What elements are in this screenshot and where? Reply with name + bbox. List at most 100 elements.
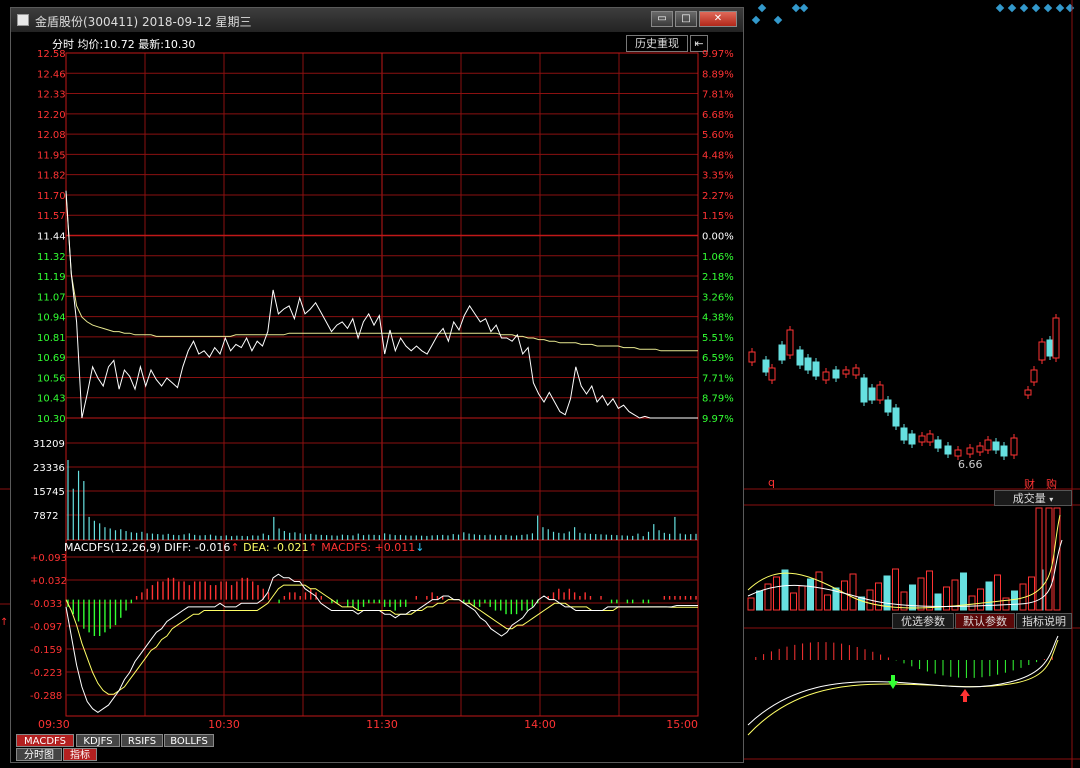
price-tick-label: 11.82 xyxy=(37,171,66,182)
macd-down-arrow-icon: ↓ xyxy=(415,541,425,554)
candle-body xyxy=(748,351,756,363)
dea-value: -0.021 xyxy=(273,541,309,554)
price-tick-label: 11.32 xyxy=(37,252,66,263)
candle-body xyxy=(876,384,884,401)
candle-body xyxy=(1010,437,1018,456)
tab-rsifs[interactable]: RSIFS xyxy=(121,734,163,747)
pct-tick-label: 9.97% xyxy=(702,414,734,425)
tab-macdfs[interactable]: MACDFS xyxy=(16,734,74,747)
pct-tick-label: 9.97% xyxy=(702,49,734,60)
volume-tick-label: 23336 xyxy=(33,463,65,474)
candle-body xyxy=(992,441,1000,451)
diff-value: -0.016 xyxy=(194,541,231,554)
optimized-params-button[interactable]: 优选参数 xyxy=(892,613,954,629)
price-tick-label: 10.30 xyxy=(37,414,66,425)
default-params-button[interactable]: 默认参数 xyxy=(955,613,1015,629)
candle-body xyxy=(1046,339,1054,357)
macd-tick-label: -0.097 xyxy=(30,622,62,633)
marker-diamond xyxy=(799,3,809,13)
time-tick-label: 15:00 xyxy=(666,718,698,731)
candle-body xyxy=(860,377,868,403)
daily-volume-bar xyxy=(781,569,789,611)
price-tick-label: 12.58 xyxy=(37,49,66,60)
pct-tick-label: 7.71% xyxy=(702,373,734,384)
price-tick-label: 10.94 xyxy=(37,313,66,324)
candle-body xyxy=(976,445,984,453)
pct-tick-label: 5.51% xyxy=(702,333,734,344)
candle-body xyxy=(944,445,952,455)
time-tick-label: 14:00 xyxy=(524,718,556,731)
daily-volume-bar xyxy=(1011,590,1018,611)
price-tick-label: 10.69 xyxy=(37,353,66,364)
pct-tick-label: 4.48% xyxy=(702,150,734,161)
down-arrow-icon xyxy=(888,675,898,689)
candle-body xyxy=(842,369,850,375)
candle-body xyxy=(934,439,942,449)
candle-body xyxy=(1052,317,1060,359)
daily-volume-bar xyxy=(926,570,933,611)
macd-value: +0.011 xyxy=(374,541,416,554)
daily-volume-bar xyxy=(917,577,925,611)
indicator-help-button[interactable]: 指标说明 xyxy=(1016,613,1072,629)
candle-body xyxy=(884,399,892,413)
daily-candlesticks xyxy=(748,314,1060,460)
macd-tick-label: -0.223 xyxy=(30,668,62,679)
candle-body xyxy=(804,357,812,371)
candle-body xyxy=(852,367,860,376)
tab-intraday[interactable]: 分时图 xyxy=(16,748,62,761)
price-tick-label: 10.81 xyxy=(37,333,66,344)
pct-tick-label: 3.26% xyxy=(702,292,734,303)
price-tick-label: 12.46 xyxy=(37,69,66,80)
daily-volume-bar xyxy=(858,596,865,611)
daily-volume-bar xyxy=(968,595,976,611)
macd-label: MACDFS: xyxy=(321,541,372,554)
candle-body xyxy=(984,439,992,451)
volume-select[interactable]: 成交量 ▾ xyxy=(994,490,1072,506)
pct-tick-label: 2.27% xyxy=(702,191,734,202)
top-marker-strip xyxy=(751,3,1075,25)
diff-label: DIFF: xyxy=(164,541,192,554)
dea-label: DEA: xyxy=(243,541,270,554)
macd-name: MACDFS(12,26,9) xyxy=(64,541,161,554)
volume-tick-label: 15745 xyxy=(33,487,65,498)
candle-body xyxy=(954,449,962,457)
diff-up-arrow-icon: ↑ xyxy=(230,541,240,554)
candle-body xyxy=(1030,369,1038,383)
price-tick-label: 10.43 xyxy=(37,394,66,405)
marker-diamond xyxy=(1065,3,1075,13)
candle-body xyxy=(762,359,770,373)
marker-diamond xyxy=(773,15,783,25)
macd-tick-label: -0.288 xyxy=(30,691,62,702)
low-price-label: 6.66 xyxy=(958,458,983,471)
daily-volume-bar xyxy=(773,576,780,611)
tab-kdjfs[interactable]: KDJFS xyxy=(76,734,120,747)
marker-diamond xyxy=(791,3,801,13)
marker-diamond xyxy=(757,3,767,13)
daily-volume-bar xyxy=(1035,507,1043,611)
marker-diamond xyxy=(995,3,1005,13)
intraday-chart: 12.58 9.97% 12.46 8.89% 12.33 7.81% 12.20 6.68%… xyxy=(30,49,734,731)
pct-tick-label: 8.79% xyxy=(702,394,734,405)
pct-tick-label: 6.59% xyxy=(702,353,734,364)
marker-diamond xyxy=(751,15,761,25)
price-tick-label: 12.33 xyxy=(37,90,66,101)
macd-tick-label: +0.093 xyxy=(30,553,67,564)
candle-body xyxy=(1000,445,1008,457)
candle-body xyxy=(1038,341,1046,361)
marker-diamond xyxy=(1055,3,1065,13)
price-tick-label: 12.08 xyxy=(37,130,66,141)
time-tick-label: 09:30 xyxy=(38,718,70,731)
candle-body xyxy=(778,344,786,361)
marker-diamond xyxy=(1019,3,1029,13)
tab-bollfs[interactable]: BOLLFS xyxy=(164,734,214,747)
macd-tick-label: +0.032 xyxy=(30,576,67,587)
tab-indicator[interactable]: 指标 xyxy=(63,748,97,761)
pct-tick-label: 6.68% xyxy=(702,110,734,121)
dea-up-arrow-icon: ↑ xyxy=(308,541,318,554)
price-tick-label: 11.07 xyxy=(37,292,66,303)
daily-volume-bar xyxy=(883,575,891,611)
pct-tick-label: 8.89% xyxy=(702,69,734,80)
price-tick-label: 11.95 xyxy=(37,150,66,161)
macd-tick-label: -0.033 xyxy=(30,599,62,610)
macd-header: MACDFS(12,26,9) DIFF: -0.016↑ DEA: -0.02… xyxy=(64,541,424,554)
